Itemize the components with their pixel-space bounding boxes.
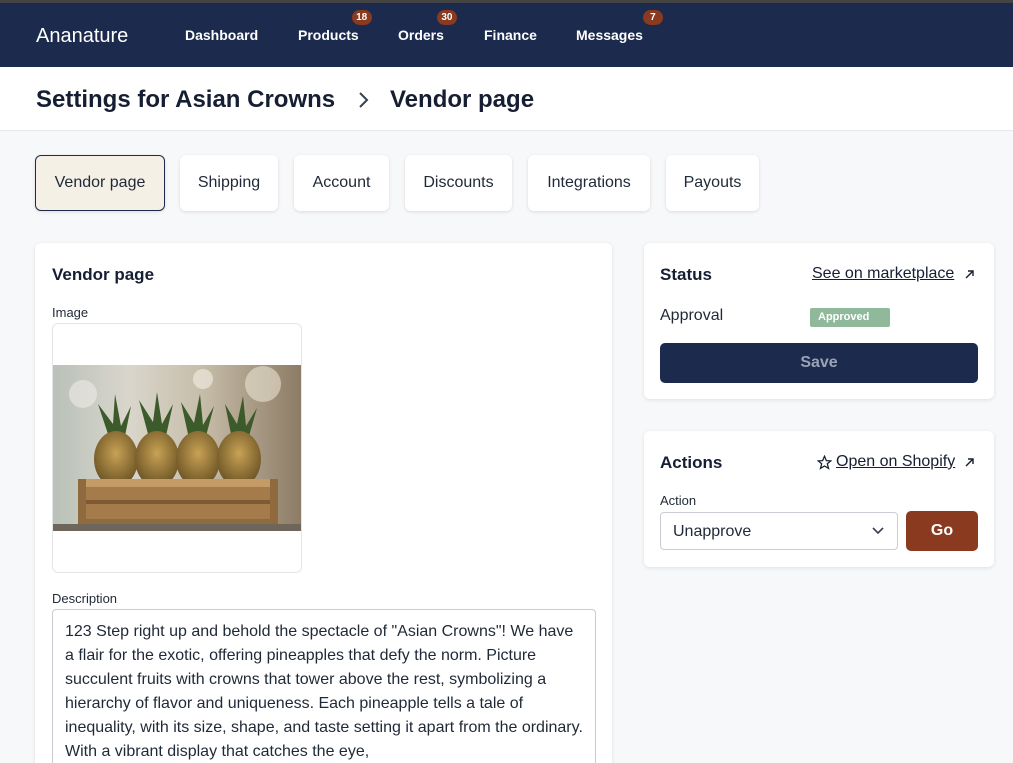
save-button[interactable]: Save <box>660 343 978 383</box>
nav-item-label: Messages <box>576 27 643 43</box>
image-field-label: Image <box>52 305 89 320</box>
nav-item-label: Orders <box>398 27 444 43</box>
external-link-icon <box>965 270 974 279</box>
action-field-label: Action <box>660 493 697 508</box>
tab-payouts[interactable]: Payouts <box>666 155 759 211</box>
nav-item-messages[interactable]: Messages 7 <box>576 10 663 43</box>
status-card: Status See on marketplace Approval Appro… <box>644 243 994 399</box>
tab-integrations[interactable]: Integrations <box>528 155 650 211</box>
chevron-down-icon <box>872 527 884 535</box>
page-header: Settings for Asian Crowns Vendor page <box>0 67 1013 131</box>
messages-count-badge: 7 <box>642 10 663 25</box>
top-navbar: Ananature Dashboard Products 18 Orders 3… <box>0 3 1013 67</box>
nav-item-label: Finance <box>484 27 537 43</box>
tab-label: Shipping <box>197 174 261 191</box>
tab-label: Payouts <box>683 174 742 191</box>
external-link-icon <box>965 458 974 467</box>
tab-label: Vendor page <box>54 174 146 191</box>
nav-item-products[interactable]: Products 18 <box>298 10 372 43</box>
breadcrumb-parent[interactable]: Settings for Asian Crowns <box>36 86 335 114</box>
see-on-marketplace-link[interactable]: See on marketplace <box>812 265 954 283</box>
tab-vendor-page[interactable]: Vendor page <box>35 155 165 211</box>
chevron-right-icon <box>359 92 369 108</box>
link-label: See on marketplace <box>812 265 955 282</box>
products-count-badge: 18 <box>351 10 372 25</box>
approval-status-badge: Approved <box>810 308 890 327</box>
tab-shipping[interactable]: Shipping <box>180 155 278 211</box>
nav-item-label: Dashboard <box>185 27 259 43</box>
tab-account[interactable]: Account <box>294 155 389 211</box>
brand-logo[interactable]: Ananature <box>36 25 128 48</box>
orders-count-badge: 30 <box>436 10 457 25</box>
tab-label: Account <box>312 174 371 191</box>
tab-label: Integrations <box>547 174 631 191</box>
action-select-value: Unapprove <box>673 523 752 540</box>
open-on-shopify-link[interactable]: Open on Shopify <box>836 453 955 471</box>
vendor-page-card: Vendor page Image Description 123 Step r… <box>35 243 612 763</box>
link-label: Open on Shopify <box>836 453 956 470</box>
approval-label: Approval <box>660 307 724 324</box>
nav-item-orders[interactable]: Orders 30 <box>398 10 457 43</box>
nav-item-dashboard[interactable]: Dashboard <box>185 27 258 43</box>
pineapples-in-crate-photo-icon <box>53 365 301 531</box>
go-button[interactable]: Go <box>906 511 978 551</box>
nav-item-finance[interactable]: Finance <box>484 27 537 43</box>
action-select[interactable]: Unapprove <box>660 512 898 550</box>
tab-discounts[interactable]: Discounts <box>405 155 512 211</box>
actions-card: Actions Open on Shopify Action Unapprove… <box>644 431 994 567</box>
page-title: Vendor page <box>390 86 535 113</box>
status-card-title: Status <box>660 265 712 284</box>
actions-card-title: Actions <box>660 453 723 472</box>
description-textarea[interactable]: 123 Step right up and behold the spectac… <box>52 609 596 763</box>
vendor-image-upload[interactable] <box>52 323 302 573</box>
vendor-card-title: Vendor page <box>52 265 155 284</box>
nav-item-label: Products <box>298 27 359 43</box>
tab-label: Discounts <box>423 174 494 191</box>
description-field-label: Description <box>52 591 118 606</box>
star-icon <box>817 455 832 470</box>
